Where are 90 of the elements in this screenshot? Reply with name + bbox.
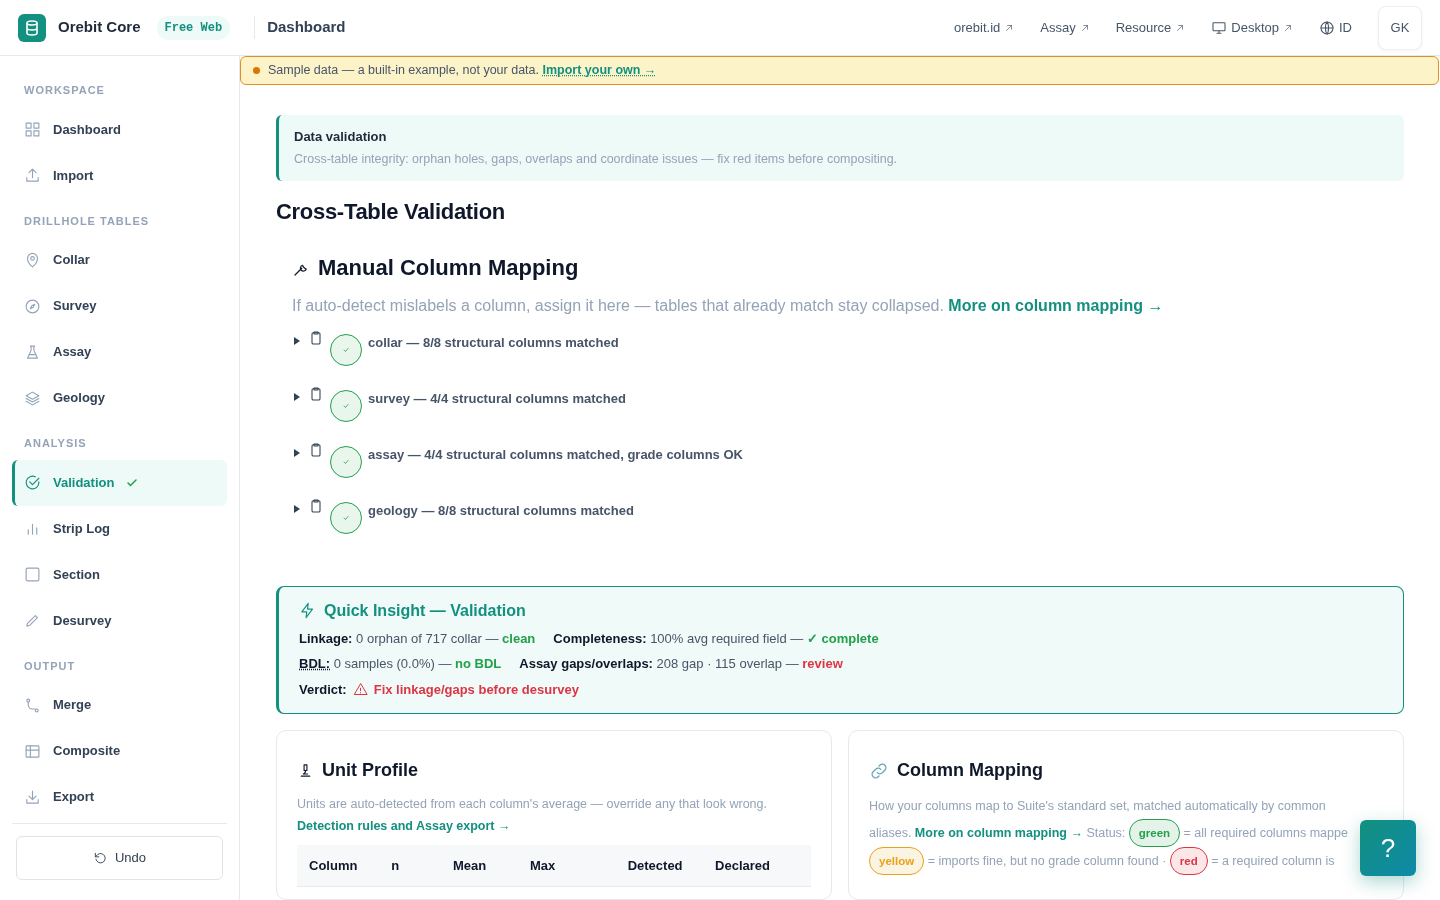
sidebar-item[interactable]: Composite [12,728,227,774]
sidebar-item[interactable]: Merge [12,682,227,728]
globe-icon [1319,19,1335,36]
sidebar-item[interactable]: Export [12,774,227,820]
table-summary[interactable]: survey — 4/4 structural columns matched [368,388,626,409]
insight-metric: Completeness: 100% avg required field — ✓ complete [553,629,879,648]
download-icon [24,788,41,806]
page-title: Dashboard [254,16,346,39]
callout-text: Cross-table integrity: orphan holes, gaps, overlaps and coordinate issues — fix red items before compositing. [294,151,899,169]
nav-link[interactable]: ID [1319,17,1352,38]
warning-icon [352,682,368,698]
section-heading: Manual Column Mapping [318,255,579,282]
clipboard-icon [308,497,324,514]
column-header: Declared [714,856,771,875]
logo-icon[interactable] [18,13,46,42]
status-pill: yellow [869,847,925,876]
card-title: Unit Profile [322,759,418,783]
flask-icon [24,343,41,361]
table-summary[interactable]: collar — 8/8 structural columns matched [368,332,619,353]
map-pin-icon [24,251,41,269]
page-heading: Cross-Table Validation [276,199,506,226]
detection-rules-link[interactable]: Detection rules and Assay export → [297,818,511,833]
import-link[interactable]: Import your own → [542,63,657,77]
check-circle-icon [24,474,41,491]
nav-link[interactable]: Desktop [1211,17,1293,38]
plan-badge: Free Web [156,15,231,40]
sidebar-item[interactable]: Dashboard [12,106,227,153]
insight-metric: BDL: 0 samples (0.0%) — no BDL [299,655,502,674]
brand-name: Orebit Core [58,17,141,38]
verdict-text: Fix linkage/gaps before desurvey [373,680,579,699]
monitor-icon [1211,19,1228,36]
expand-caret-icon[interactable] [292,391,302,402]
layers-icon [24,389,41,407]
table-summary[interactable]: assay — 4/4 structural columns matched, grade columns OK [368,444,743,465]
sidebar-item[interactable]: Assay [12,329,227,375]
column-mapping-link[interactable]: More on column mapping → [948,296,1164,314]
sidebar-item[interactable]: Section [12,551,227,598]
grid-icon [24,121,41,138]
lightning-icon [299,602,316,620]
warning-dot-icon [253,66,260,74]
section-label: WORKSPACE [23,83,106,98]
section-label: OUTPUT [23,658,77,674]
column-header: Detected [626,856,684,875]
sidebar-item[interactable]: Desurvey [12,597,227,644]
upload-icon [24,167,41,184]
nav-link[interactable]: Resource [1115,17,1186,38]
undo-button[interactable]: Undo [16,836,223,880]
clipboard-icon [308,385,324,402]
clipboard-icon [308,441,324,458]
sidebar-item[interactable]: Survey [12,283,227,329]
table-summary[interactable]: geology — 8/8 structural columns matched [368,500,634,521]
expand-caret-icon[interactable] [292,335,302,346]
callout-title: Data validation [294,127,388,146]
status-pill: red [1169,847,1208,876]
insight-title: Quick Insight — Validation [324,600,526,621]
column-header: n [390,856,401,875]
sidebar-item[interactable]: Validation [12,459,227,506]
expand-caret-icon[interactable] [292,447,302,458]
column-header: Mean [451,856,488,875]
nav-link[interactable]: orebit.id [954,17,1015,38]
intro-text: If auto-detect mislabels a column, assign it here — tables that already match stay collapsed. More on column mapping → [292,295,1165,316]
section-label: DRILLHOLE TABLES [23,213,151,229]
card-title: Column Mapping [897,759,1043,783]
link-icon [869,760,889,781]
compass-icon [24,297,41,315]
help-button[interactable]: ? [1360,820,1416,876]
insight-metric: Assay gaps/overlaps: 208 gap · 115 overlap — review [519,655,843,674]
status-pill: green [1128,819,1181,848]
section-label: ANALYSIS [23,436,88,451]
column-mapping-link[interactable]: More on column mapping → [914,826,1083,841]
sidebar-item[interactable]: Import [12,152,227,199]
check-icon [126,476,139,489]
sidebar-item[interactable]: Strip Log [12,505,227,552]
avatar-button[interactable]: GK [1378,5,1422,50]
sidebar-item[interactable]: Geology [12,375,227,421]
column-header: Max [529,856,557,875]
card-description: Units are auto-detected from each column's average — override any that look wrong. Detection rules and Assay export → [297,796,768,835]
undo-icon [92,851,107,865]
clipboard-icon [308,329,324,346]
column-header: Column [308,856,359,875]
insight-metric: Linkage: 0 orphan of 717 collar — clean [299,629,536,648]
pencil-icon [24,612,41,629]
nav-link[interactable]: Assay [1040,17,1090,38]
table-icon [24,742,41,760]
notice-text: Sample data — a built-in example, not your data. Import your own → [268,62,657,79]
merge-icon [24,696,41,714]
expand-caret-icon[interactable] [292,503,302,514]
verdict-label: Verdict: [299,680,347,699]
square-icon [24,566,41,583]
sidebar-item[interactable]: Collar [12,237,227,283]
